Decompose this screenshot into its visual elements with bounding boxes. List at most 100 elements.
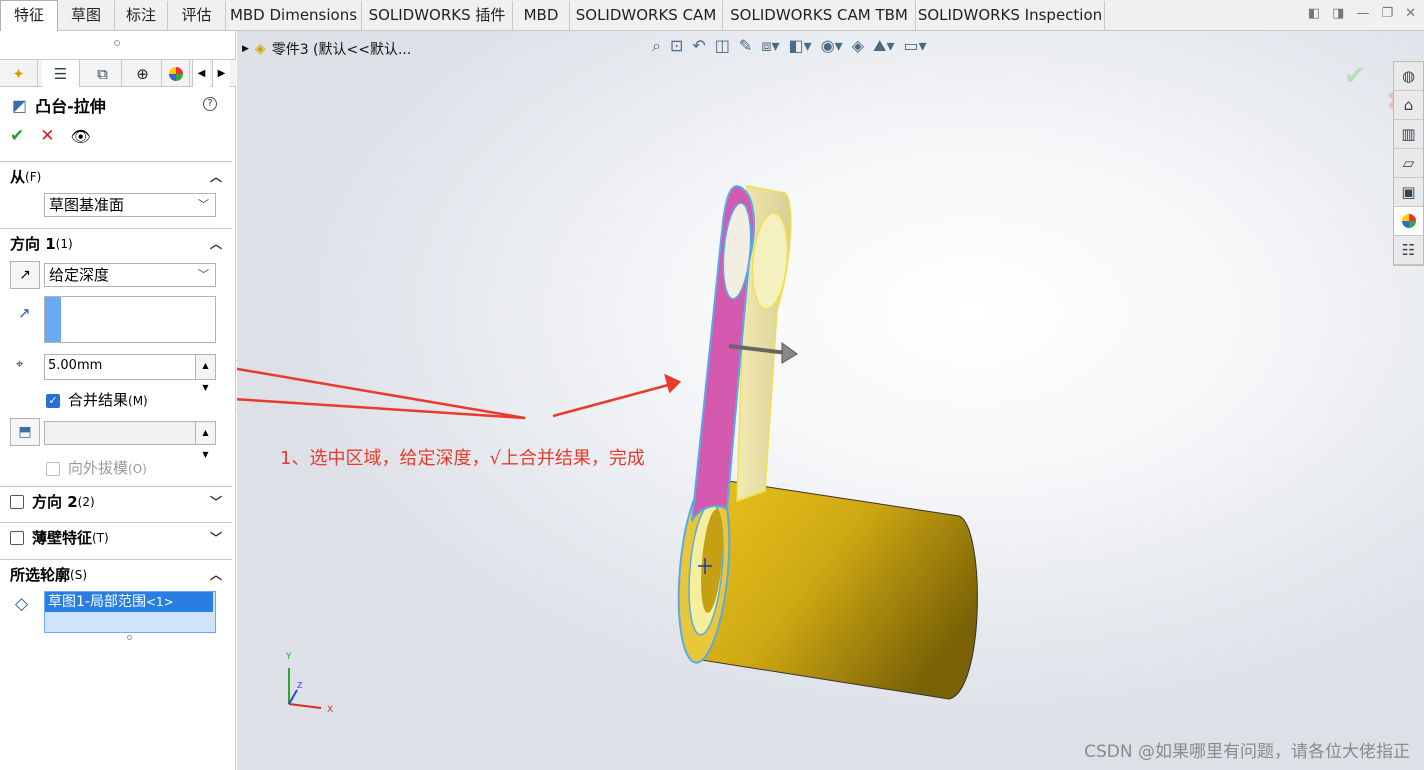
section-selected-contours-header[interactable]: 所选轮廓 (S) ︿ (0, 559, 232, 589)
tab-solidworks-cam-tbm[interactable]: SOLIDWORKS CAM TBM (723, 1, 916, 30)
draft-angle-input[interactable]: ▲ ▼ (44, 421, 216, 459)
draft-angle-spinner[interactable]: ▲ ▼ (195, 422, 215, 459)
tab-features[interactable]: 特征 (0, 0, 58, 31)
configuration-manager-tab[interactable]: ⧉ (84, 60, 122, 87)
section-thin-feature-title: 薄壁特征 (32, 529, 93, 547)
panel-grip-handle[interactable] (114, 40, 120, 46)
pane-left-icon[interactable]: ◧ (1308, 6, 1320, 21)
feature-manager-tab[interactable]: ✦ (0, 60, 38, 87)
tab-solidworks-inspection[interactable]: SOLIDWORKS Inspection (916, 1, 1105, 30)
property-manager: ✦ ☰ ⧉ ⊕ ◀ ▶ ◩ 凸台-拉伸 ? ✔ ✕ 👁 从 (F) ︿ 草图基准面… (0, 31, 236, 770)
tab-mbd[interactable]: MBD (513, 1, 570, 30)
arrow-right-icon: ▶ (217, 68, 226, 79)
section-from-title: 从 (10, 168, 26, 186)
dimxpert-manager-tab[interactable]: ⊕ (124, 60, 162, 87)
instruction-annotation: 1、选中区域，给定深度，√上合并结果，完成 (280, 448, 645, 469)
section-from-header[interactable]: 从 (F) ︿ (0, 161, 232, 191)
draft-toggle-button[interactable]: ⬒ (10, 418, 40, 446)
tab-mbd-dimensions[interactable]: MBD Dimensions (226, 1, 362, 30)
property-manager-tab[interactable]: ☰ (42, 60, 80, 87)
expand-caret-icon: ﹀ (209, 495, 222, 509)
property-list-icon: ☰ (53, 64, 68, 83)
close-icon[interactable]: ✕ (1405, 6, 1416, 21)
axis-label-x: X (327, 705, 333, 715)
crosshair-icon: ⊕ (136, 64, 149, 83)
cylinder-body[interactable] (694, 478, 978, 700)
merge-result-hotkey: (M) (128, 394, 148, 408)
draft-outward-checkbox[interactable] (46, 461, 60, 476)
section-from-hotkey: (F) (25, 169, 42, 184)
arrow-left-icon: ◀ (197, 68, 206, 79)
tab-evaluate[interactable]: 评估 (168, 1, 226, 30)
reverse-direction-icon: ↗ (19, 267, 31, 283)
draft-outward-row[interactable]: 向外拔模(O) (46, 457, 147, 478)
pane-right-icon[interactable]: ◨ (1332, 6, 1344, 21)
detailed-preview-eye-icon[interactable]: 👁 (71, 127, 91, 146)
section-direction1-header[interactable]: 方向 1 (1) ︿ (0, 228, 232, 258)
end-condition-select[interactable]: 给定深度 ﹀ (44, 263, 216, 287)
cancel-button[interactable]: ✕ (40, 126, 54, 146)
direction2-checkbox[interactable] (10, 494, 24, 509)
command-manager-tabs: 特征 草图 标注 评估 MBD Dimensions SOLIDWORKS 插件… (0, 0, 1424, 31)
tabs-scroll-right[interactable]: ▶ (212, 60, 230, 87)
window-controls: ◧ ◨ — ❐ ✕ (1308, 6, 1416, 21)
restore-icon[interactable]: ❐ (1381, 6, 1393, 21)
boss-extrude-icon: ◩ (12, 95, 28, 115)
tab-markup[interactable]: 标注 (115, 1, 168, 30)
expand-caret-icon: ﹀ (209, 531, 222, 545)
display-manager-tab[interactable] (162, 60, 190, 87)
spin-up-icon: ▲ (202, 428, 209, 437)
draft-outward-hotkey: (O) (128, 462, 147, 476)
depth-spinner[interactable]: ▲ ▼ (195, 355, 215, 392)
section-thin-feature-hotkey: (T) (92, 530, 109, 545)
contour-item-suffix: <1> (145, 595, 174, 609)
section-direction1-title: 方向 1 (10, 235, 56, 253)
tabs-scroll-left[interactable]: ◀ (192, 60, 210, 87)
spin-down-icon: ▼ (202, 383, 209, 392)
ok-button[interactable]: ✔ (10, 126, 24, 146)
merge-result-row[interactable]: ✓ 合并结果(M) (46, 389, 148, 410)
feature-title: 凸台-拉伸 (35, 97, 106, 116)
graphics-area[interactable]: ▶ ◈ 零件3 (默认<<默认... ⌕ ⊡ ↶ ◫ ✎ ⧈▾ ◧▾ ◉▾ ◈ … (237, 31, 1424, 770)
minimize-icon[interactable]: — (1356, 6, 1369, 21)
spin-up-icon: ▲ (202, 361, 209, 370)
list-item[interactable]: 草图1-局部范围<1> (45, 592, 213, 612)
section-direction2-header[interactable]: 方向 2 (2) ﹀ (0, 486, 232, 516)
from-condition-value: 草图基准面 (49, 196, 125, 214)
direction-vector-selection[interactable] (44, 296, 216, 343)
contour-item-label: 草图1-局部范围 (48, 594, 146, 610)
part-model[interactable] (237, 31, 1424, 770)
section-direction1-hotkey: (1) (55, 236, 73, 251)
merge-result-label: 合并结果 (68, 391, 129, 409)
annotation-arrows (237, 367, 682, 420)
help-icon[interactable]: ? (203, 97, 217, 111)
collapse-caret-icon: ︿ (209, 170, 222, 184)
tab-sketch[interactable]: 草图 (58, 1, 115, 30)
collapse-caret-icon: ︿ (209, 237, 222, 251)
contour-diamond-icon: ◇ (15, 594, 29, 614)
axis-label-z: Z (297, 681, 303, 690)
thin-feature-checkbox[interactable] (10, 530, 24, 545)
merge-result-checkbox[interactable]: ✓ (46, 393, 60, 408)
spin-down-icon: ▼ (202, 450, 209, 459)
chevron-down-icon: ﹀ (198, 268, 209, 281)
selection-focus-bar (45, 297, 61, 342)
tab-solidworks-addins[interactable]: SOLIDWORKS 插件 (362, 1, 513, 30)
section-thin-feature-header[interactable]: 薄壁特征 (T) ﹀ (0, 522, 232, 552)
depth-input[interactable]: 5.00mm ▲ ▼ (44, 354, 216, 392)
feature-title-row: ◩ 凸台-拉伸 (12, 93, 106, 117)
action-buttons: ✔ ✕ 👁 (10, 126, 91, 146)
resize-grip-dot[interactable] (127, 635, 132, 640)
manager-tabs: ✦ ☰ ⧉ ⊕ ◀ ▶ (0, 59, 236, 87)
extrude-arrow-head (781, 342, 798, 364)
color-wheel-icon (168, 66, 183, 81)
collapse-caret-icon: ︿ (209, 568, 222, 582)
tab-solidworks-cam[interactable]: SOLIDWORKS CAM (570, 1, 723, 30)
reverse-direction-button[interactable]: ↗ (10, 261, 40, 289)
selected-contours-list[interactable]: 草图1-局部范围<1> (44, 591, 216, 633)
end-condition-value: 给定深度 (49, 266, 110, 284)
draft-outward-label: 向外拔模 (68, 459, 129, 477)
feature-tree-icon: ✦ (12, 64, 25, 83)
from-condition-select[interactable]: 草图基准面 ﹀ (44, 193, 216, 217)
axis-label-y: Y (285, 652, 292, 662)
